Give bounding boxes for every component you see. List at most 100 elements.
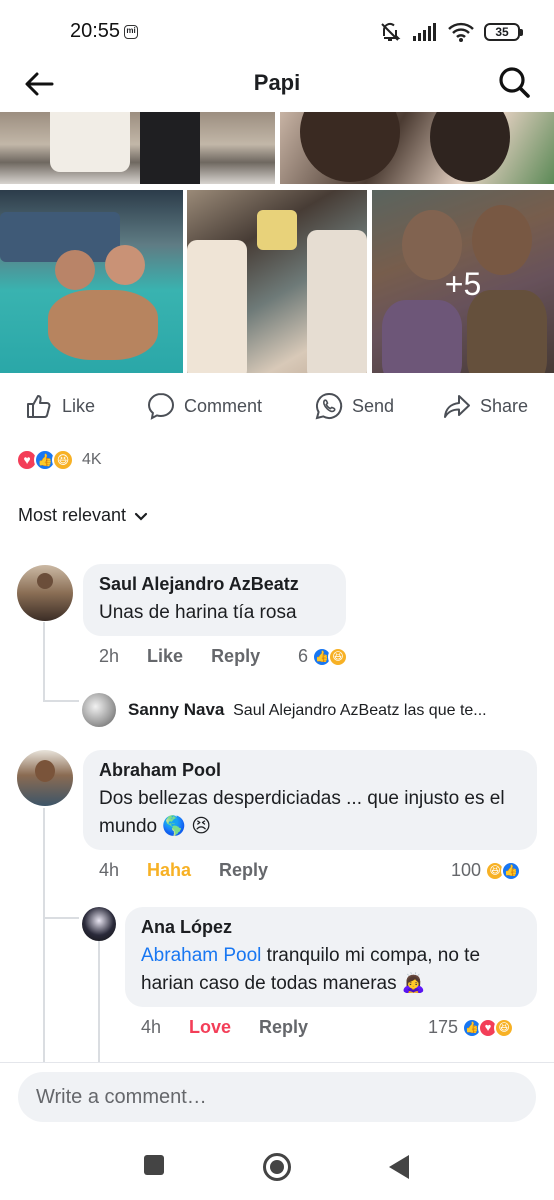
photo-detail (50, 112, 130, 172)
thread-line (43, 622, 45, 702)
thread-line (43, 700, 79, 702)
triangle-back-icon (389, 1155, 409, 1179)
thread-line (43, 917, 79, 919)
comment-author[interactable]: Abraham Pool (99, 760, 521, 781)
chevron-down-icon (134, 512, 148, 521)
reply-preview-text: Saul Alejandro AzBeatz las que te... (233, 702, 487, 719)
photo-detail (300, 112, 400, 182)
comment-time: 4h (99, 860, 120, 880)
share-label: Share (480, 395, 529, 416)
like-reaction-icon: 👍 (501, 860, 522, 881)
mention-link[interactable]: Abraham Pool (141, 945, 261, 966)
comment-label: Comment (184, 395, 263, 416)
comment-reply-button[interactable]: Reply (211, 646, 260, 667)
reaction-count: 4K (82, 451, 102, 468)
reply-author[interactable]: Ana López (141, 917, 521, 938)
post-photo-4[interactable] (187, 190, 367, 373)
page-title: Papi (253, 70, 301, 95)
like-label: Like (62, 395, 96, 416)
photo-detail (105, 245, 145, 285)
status-time: 20:55 (70, 20, 121, 42)
reply-reply-button[interactable]: Reply (259, 1017, 308, 1038)
photo-detail (307, 230, 367, 373)
reply-preview[interactable]: Sanny Nava Saul Alejandro AzBeatz las qu… (128, 700, 538, 720)
signal-icon (413, 23, 436, 41)
reply-preview-author: Sanny Nava (128, 700, 225, 719)
reply-bubble[interactable]: Ana López Abraham Pool tranquilo mi comp… (125, 907, 537, 1007)
comment-text: Dos bellezas desperdiciadas ... que inju… (99, 788, 505, 837)
more-photos-count: +5 (444, 266, 482, 302)
comment-button[interactable]: Comment (146, 388, 262, 424)
comment-bubble[interactable]: Saul Alejandro AzBeatz Unas de harina tí… (83, 564, 346, 636)
thumbs-up-icon (27, 395, 51, 418)
send-label: Send (352, 395, 395, 416)
comment-input[interactable]: Write a comment… (18, 1072, 536, 1122)
send-button[interactable]: Send (314, 388, 394, 424)
search-icon (499, 67, 530, 98)
thread-line (43, 808, 45, 918)
share-arrow-icon (444, 395, 470, 418)
comment-meta: 2h Like Reply (99, 646, 260, 667)
photo-detail (55, 250, 95, 290)
like-button[interactable]: Like (24, 388, 95, 424)
comment-sort-dropdown[interactable]: Most relevant (18, 505, 148, 526)
share-button[interactable]: Share (442, 388, 528, 424)
reply-reactions[interactable]: 175 👍 ♥ 😆 (428, 1017, 515, 1038)
battery-indicator: 35 (484, 23, 523, 41)
search-button[interactable] (496, 64, 532, 100)
avatar[interactable] (82, 693, 116, 727)
comment-author[interactable]: Saul Alejandro AzBeatz (99, 574, 330, 595)
comment-reaction-button[interactable]: Haha (147, 860, 191, 881)
haha-reaction-icon: 😆 (328, 646, 349, 667)
reply-meta: 4h Love Reply (141, 1017, 308, 1038)
comment-reaction-count: 100 (451, 860, 482, 880)
top-app-bar: Papi (0, 62, 554, 106)
post-photo-3[interactable] (0, 190, 183, 373)
home-button[interactable] (262, 1152, 292, 1187)
photo-detail (257, 210, 297, 250)
avatar-detail (35, 760, 55, 782)
photo-detail (430, 112, 510, 182)
avatar[interactable] (17, 565, 73, 621)
square-icon (144, 1155, 164, 1175)
system-nav-bar (0, 1138, 554, 1200)
thread-line (98, 940, 100, 1062)
photo-detail (187, 240, 247, 373)
comment-time: 2h (99, 646, 120, 666)
status-icons: 35 (378, 20, 523, 44)
comment-like-button[interactable]: Like (147, 646, 183, 667)
post-photo-2[interactable] (280, 112, 554, 184)
avatar[interactable] (17, 750, 73, 806)
comment-reply-button[interactable]: Reply (219, 860, 268, 881)
mute-vibrate-icon (381, 22, 401, 41)
whatsapp-icon (315, 392, 343, 420)
thread-line (43, 917, 45, 1062)
reply-reaction-count: 175 (428, 1017, 459, 1037)
avatar-detail (37, 573, 53, 589)
mi-notification-icon: mi (124, 25, 138, 39)
photo-detail (48, 290, 158, 360)
wifi-icon (448, 22, 474, 42)
reply-text: Abraham Pool tranquilo mi compa, no te h… (141, 945, 480, 994)
post-action-bar: Like Comment Send Share (0, 388, 554, 424)
recents-button[interactable] (143, 1154, 165, 1181)
comment-reactions[interactable]: 6 👍 😆 (298, 646, 349, 667)
haha-reaction-icon: 😆 (52, 449, 74, 471)
comment-reaction-count: 6 (298, 646, 309, 666)
reply-time: 4h (141, 1017, 162, 1037)
comment-composer-bar: Write a comment… (0, 1062, 554, 1138)
reactions-summary[interactable]: ♥ 👍 😆 4K (16, 448, 102, 472)
comment-text: Unas de harina tía rosa (99, 602, 297, 623)
haha-reaction-icon: 😆 (494, 1017, 515, 1038)
photo-detail (0, 212, 120, 262)
back-nav-button[interactable] (388, 1154, 410, 1185)
post-photo-5[interactable]: +5 (372, 190, 554, 373)
status-bar: 20:55 mi 35 (0, 0, 554, 62)
comment-bubble[interactable]: Abraham Pool Dos bellezas desperdiciadas… (83, 750, 537, 850)
reply-reaction-button[interactable]: Love (189, 1017, 231, 1038)
post-photo-1[interactable] (0, 112, 275, 184)
comment-reactions[interactable]: 100 😆 👍 (451, 860, 522, 881)
photo-detail (140, 112, 200, 184)
avatar[interactable] (82, 907, 116, 941)
circle-home-icon (263, 1153, 291, 1181)
